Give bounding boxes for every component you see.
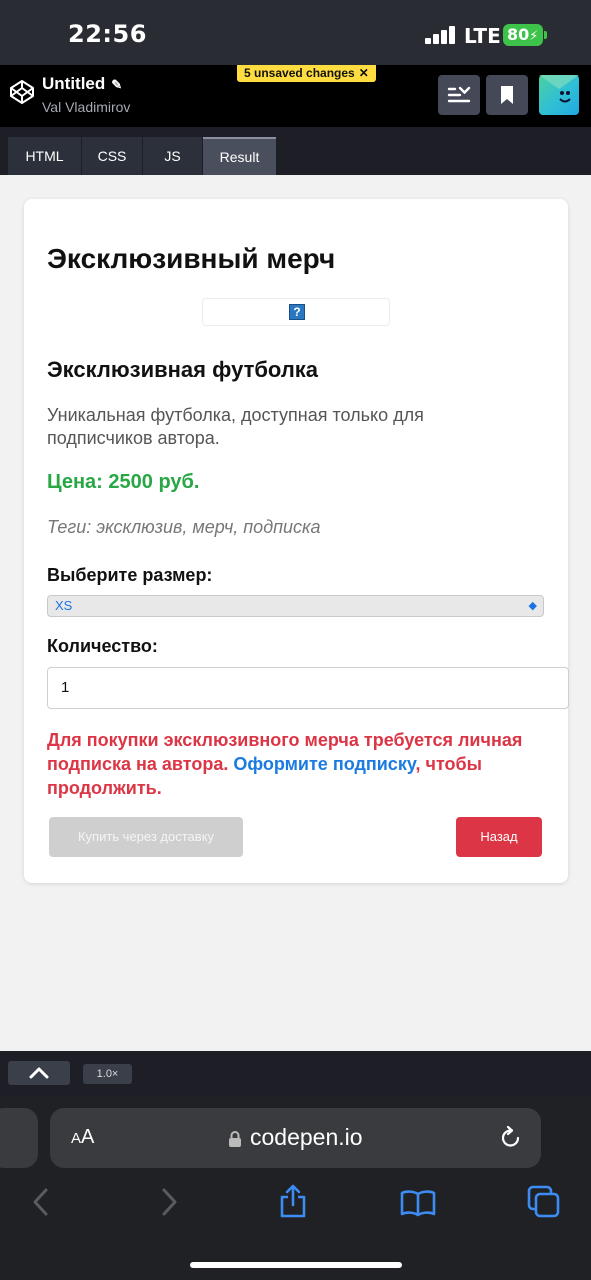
close-icon[interactable]: ✕ [359,66,369,80]
pen-title-text: Untitled [42,74,106,93]
url-text: codepen.io [250,1124,363,1150]
back-arrow-icon[interactable] [30,1187,52,1217]
expand-editor-button[interactable] [8,1061,70,1085]
codepen-bottom-bar: 1.0× [0,1051,591,1097]
product-image: ? [202,298,390,326]
charging-icon: ⚡ [529,29,539,44]
chevron-up-icon [29,1067,49,1079]
signal-icon [425,26,457,44]
status-time: 22:56 [68,20,147,48]
bookmarks-icon[interactable] [400,1189,436,1217]
broken-image-icon: ? [289,304,305,320]
pencil-icon[interactable]: ✎ [111,77,122,93]
product-title: Эксклюзивная футболка [47,357,319,382]
layout-menu-button[interactable] [438,75,480,115]
bookmark-button[interactable] [486,75,528,115]
product-tags: Теги: эксклюзив, мерч, подписка [47,517,321,537]
pen-author[interactable]: Val Vladimirov [42,99,130,115]
battery-level: 80 [507,25,530,44]
user-avatar[interactable] [539,75,579,115]
layout-icon [447,86,471,103]
network-type: LTE [464,24,501,48]
home-indicator [190,1262,402,1268]
select-chevron-icon: ◆ [528,600,537,612]
share-icon[interactable] [278,1183,308,1219]
forward-arrow-icon[interactable] [158,1187,180,1217]
pen-title[interactable]: Untitled ✎ [42,74,122,94]
buy-delivery-button[interactable]: Купить через доставку [49,817,243,857]
product-card: Эксклюзивный мерч ? Эксклюзивная футболк… [24,199,569,883]
avatar-face-icon [539,75,579,103]
address-bar[interactable]: AA codepen.io [50,1108,541,1168]
tab-result[interactable]: Result [203,137,276,175]
back-button[interactable]: Назад [456,817,542,857]
battery-tip [544,31,547,39]
subscribe-link[interactable]: Оформите подписку [233,754,415,774]
zoom-button[interactable]: 1.0× [83,1064,132,1084]
editor-tabs: HTML CSS JS Result [0,127,591,175]
quantity-input[interactable]: 1 [47,667,569,709]
size-select[interactable]: XS ◆ [47,595,544,617]
battery-icon: 80⚡ [503,24,543,46]
browser-chrome: AA codepen.io [0,1097,591,1280]
codepen-header: Untitled ✎ Val Vladimirov 5 unsaved chang… [0,65,591,127]
unsaved-changes-badge[interactable]: 5 unsaved changes ✕ [237,65,376,82]
text-size-button[interactable]: AA [71,1126,94,1149]
subscription-warning: Для покупки эксклюзивного мерча требуетс… [47,728,547,800]
size-label: Выберите размер: [47,565,213,585]
size-select-value: XS [55,598,73,613]
result-frame: Эксклюзивный мерч ? Эксклюзивная футболк… [0,175,591,1051]
quantity-label: Количество: [47,636,158,656]
reload-icon[interactable] [498,1125,524,1151]
product-price: Цена: 2500 руб. [47,471,200,493]
lock-icon [229,1131,241,1147]
tab-js[interactable]: JS [143,137,202,175]
tab-css[interactable]: CSS [82,137,142,175]
page-heading: Эксклюзивный мерч [47,243,336,274]
product-description: Уникальная футболка, доступная только дл… [47,405,424,448]
tabs-icon[interactable] [527,1185,561,1219]
tab-html[interactable]: HTML [8,137,81,175]
status-bar: 22:56 LTE 80⚡ [0,0,591,65]
unsaved-changes-text: 5 unsaved changes [244,66,355,80]
codepen-logo-icon[interactable] [9,79,35,105]
previous-tab-preview[interactable] [0,1108,38,1168]
bookmark-icon [501,86,513,104]
